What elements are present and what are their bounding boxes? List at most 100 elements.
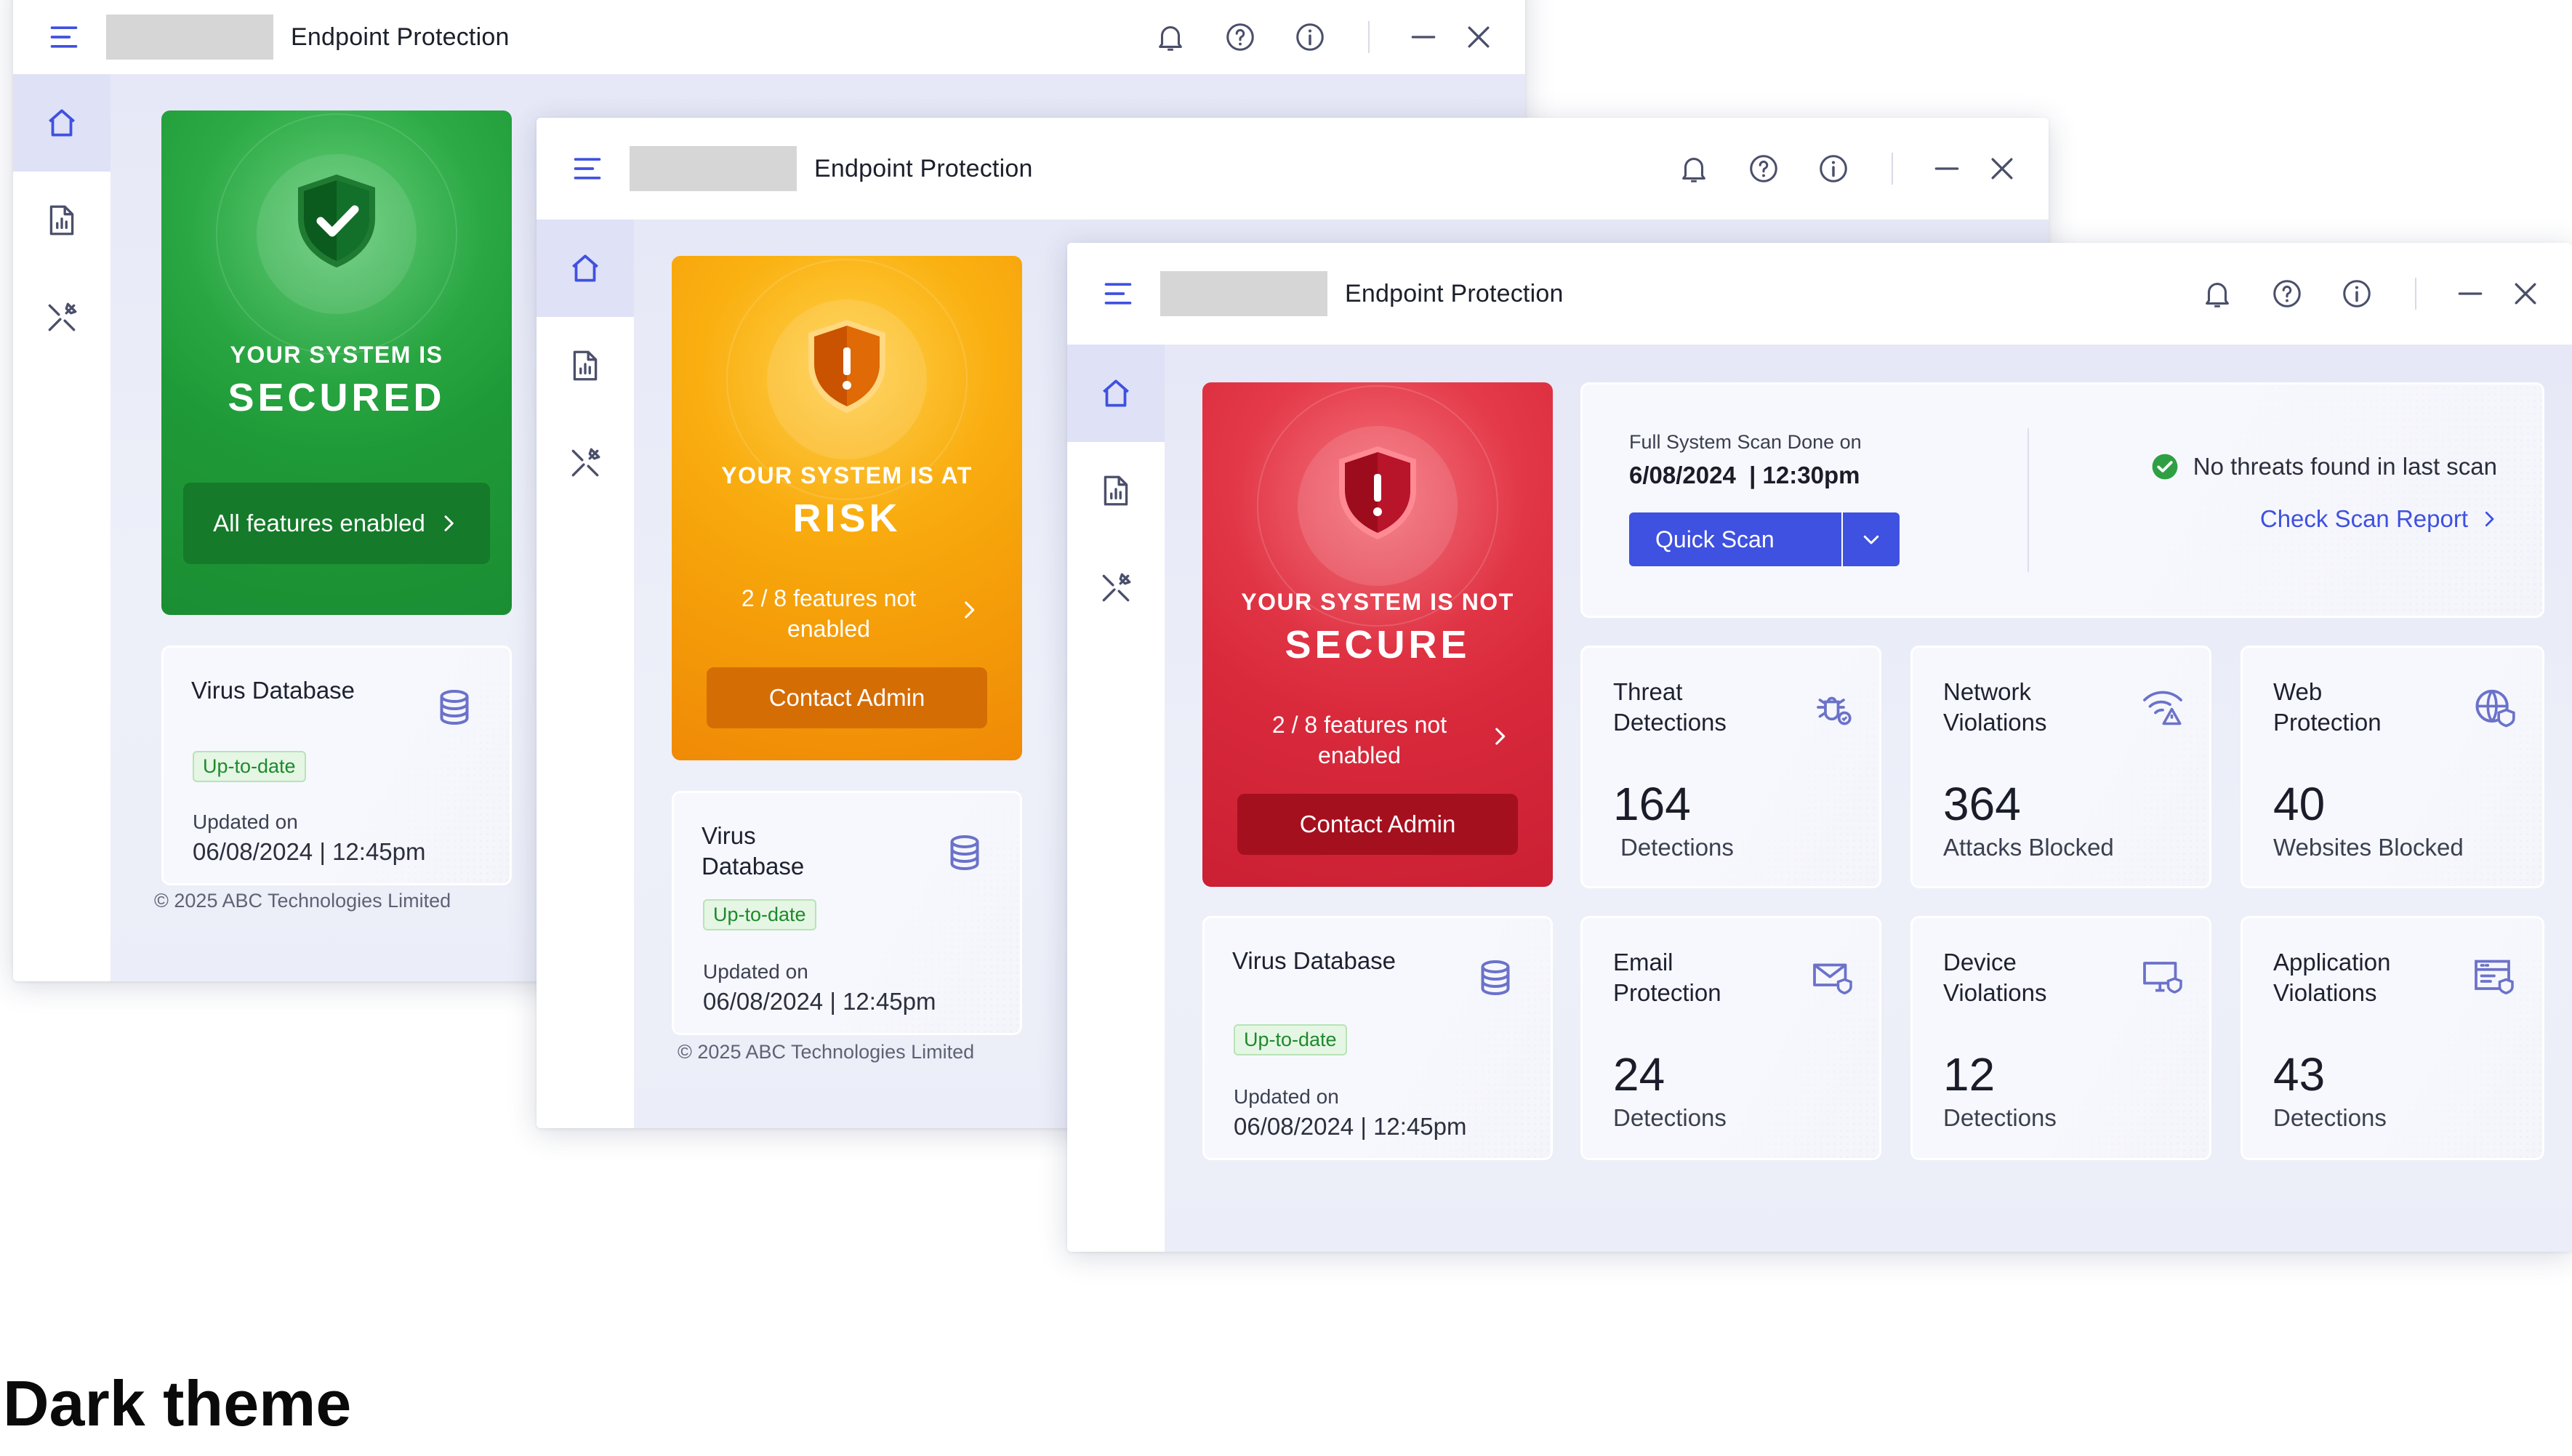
stat-title-line1: Application xyxy=(2273,949,2391,976)
app-title: Endpoint Protection xyxy=(1345,279,1564,307)
help-icon[interactable] xyxy=(2267,273,2307,314)
scan-date: 6/08/2024 | 12:30pm xyxy=(1629,462,1860,488)
stat-card-application-violations[interactable]: Application Violations 43 Detections xyxy=(2241,916,2544,1160)
stat-title-line1: Email xyxy=(1613,949,1673,976)
menu-icon[interactable] xyxy=(1096,272,1140,315)
logo-placeholder xyxy=(630,146,797,191)
sidebar-item-reports[interactable] xyxy=(1067,442,1165,539)
check-scan-report-link[interactable]: Check Scan Report xyxy=(2260,505,2500,533)
info-icon[interactable] xyxy=(1290,17,1330,57)
close-icon[interactable] xyxy=(1982,148,2022,189)
updated-value: 06/08/2024 | 12:45pm xyxy=(703,988,936,1015)
check-scan-report-label: Check Scan Report xyxy=(2259,505,2468,532)
monitor-shield-icon xyxy=(2141,956,2185,1000)
minimize-icon[interactable] xyxy=(2450,273,2491,314)
window-not-secure: Endpoint Protection YOUR SYSTEM IS NOT S… xyxy=(1067,243,2572,1252)
info-icon[interactable] xyxy=(2336,273,2377,314)
scan-label: Full System Scan Done on xyxy=(1629,431,1862,453)
divider xyxy=(2415,278,2416,310)
stat-value: 24 xyxy=(1613,1048,1665,1101)
virus-database-card: Virus Database Up-to-date Updated on 06/… xyxy=(1202,916,1553,1160)
mail-shield-icon xyxy=(1811,956,1854,1000)
chevron-down-icon xyxy=(1860,528,1882,550)
chevron-right-icon[interactable] xyxy=(1487,724,1512,749)
scan-options-dropdown[interactable] xyxy=(1841,512,1900,566)
sidebar-item-reports[interactable] xyxy=(536,317,634,414)
stat-card-network-violations[interactable]: Network Violations 364 Attacks Blocked xyxy=(1910,645,2211,888)
help-icon[interactable] xyxy=(1743,148,1784,189)
sidebar-item-tools[interactable] xyxy=(536,414,634,512)
menu-icon[interactable] xyxy=(566,147,609,190)
minimize-icon[interactable] xyxy=(1403,17,1444,57)
stat-card-web-protection[interactable]: Web Protection 40 Websites Blocked xyxy=(2241,645,2544,888)
status-badge: Up-to-date xyxy=(703,899,816,930)
app-title: Endpoint Protection xyxy=(814,154,1033,182)
app-window-shield-icon xyxy=(2472,956,2516,1000)
updated-label: Updated on xyxy=(703,960,808,983)
sidebar-item-home[interactable] xyxy=(1067,345,1165,442)
stat-caption: Detections xyxy=(1620,834,1734,861)
divider xyxy=(2028,428,2029,572)
virus-database-card: Virus Database Up-to-date Updated on 06/… xyxy=(672,791,1022,1035)
menu-icon[interactable] xyxy=(42,15,86,59)
minimize-icon[interactable] xyxy=(1926,148,1967,189)
sidebar-item-reports[interactable] xyxy=(13,172,110,269)
stat-card-email-protection[interactable]: Email Protection 24 Detections xyxy=(1580,916,1881,1160)
database-icon xyxy=(943,831,986,874)
close-icon[interactable] xyxy=(1458,17,1499,57)
shield-check-icon xyxy=(298,174,375,268)
stat-card-device-violations[interactable]: Device Violations 12 Detections xyxy=(1910,916,2211,1160)
bell-icon[interactable] xyxy=(2197,273,2238,314)
stat-title-line2: Violations xyxy=(2273,979,2377,1006)
info-icon[interactable] xyxy=(1813,148,1854,189)
updated-label: Updated on xyxy=(1234,1085,1339,1108)
stat-title-line1: Network xyxy=(1943,678,2032,705)
stat-value: 12 xyxy=(1943,1048,1996,1101)
shield-warning-icon xyxy=(1339,446,1416,539)
stat-title-line2: Protection xyxy=(1613,979,1721,1006)
database-icon xyxy=(433,685,476,729)
updated-value: 06/08/2024 | 12:45pm xyxy=(1234,1113,1467,1140)
stat-card-threat-detections[interactable]: Threat Detections 164 Detections xyxy=(1580,645,1881,888)
status-card-not-secure: YOUR SYSTEM IS NOT SECURE 2 / 8 features… xyxy=(1202,382,1553,887)
bell-icon[interactable] xyxy=(1150,17,1191,57)
help-icon[interactable] xyxy=(1220,17,1261,57)
status-card-risk: YOUR SYSTEM IS AT RISK 2 / 8 features no… xyxy=(672,256,1022,760)
contact-admin-button[interactable]: Contact Admin xyxy=(707,667,987,728)
status-line2: RISK xyxy=(792,496,901,540)
chevron-right-icon[interactable] xyxy=(957,598,981,622)
sidebar-item-home[interactable] xyxy=(13,74,110,172)
status-line1: YOUR SYSTEM IS xyxy=(230,342,443,368)
divider xyxy=(1368,21,1370,53)
stat-title-line2: Protection xyxy=(2273,709,2382,736)
chevron-right-icon xyxy=(437,512,460,535)
quick-scan-button[interactable]: Quick Scan xyxy=(1629,512,1841,566)
stat-title-line2: Violations xyxy=(1943,709,2047,736)
sidebar xyxy=(536,220,634,1128)
close-icon[interactable] xyxy=(2505,273,2546,314)
stat-title-line1: Web xyxy=(2273,678,2323,705)
stat-caption: Detections xyxy=(1943,1104,2057,1131)
no-threats-text: No threats found in last scan xyxy=(2193,453,2497,480)
main-content: YOUR SYSTEM IS NOT SECURE 2 / 8 features… xyxy=(1165,345,2572,1252)
stat-title-line2: Violations xyxy=(1943,979,2047,1006)
sidebar-item-tools[interactable] xyxy=(13,269,110,366)
scan-card: Full System Scan Done on 6/08/2024 | 12:… xyxy=(1580,382,2544,618)
wifi-warning-icon xyxy=(2141,685,2185,729)
database-icon xyxy=(1474,956,1517,1000)
logo-placeholder xyxy=(1160,271,1327,316)
stat-value: 43 xyxy=(2273,1048,2326,1101)
virus-db-title-line2: Database xyxy=(702,853,805,880)
stat-value: 164 xyxy=(1613,778,1691,830)
stat-title-line2: Detections xyxy=(1613,709,1727,736)
theme-label: Dark theme xyxy=(3,1367,352,1439)
contact-admin-button[interactable]: Contact Admin xyxy=(1237,794,1518,855)
features-status: 2 / 8 features not enabled xyxy=(1271,712,1447,768)
status-line1: YOUR SYSTEM IS AT xyxy=(721,462,973,488)
bell-icon[interactable] xyxy=(1673,148,1714,189)
sidebar-item-home[interactable] xyxy=(536,220,634,317)
stat-caption: Detections xyxy=(1613,1104,1727,1131)
stat-caption: Websites Blocked xyxy=(2273,834,2464,861)
all-features-button[interactable]: All features enabled xyxy=(183,483,490,564)
sidebar-item-tools[interactable] xyxy=(1067,539,1165,637)
